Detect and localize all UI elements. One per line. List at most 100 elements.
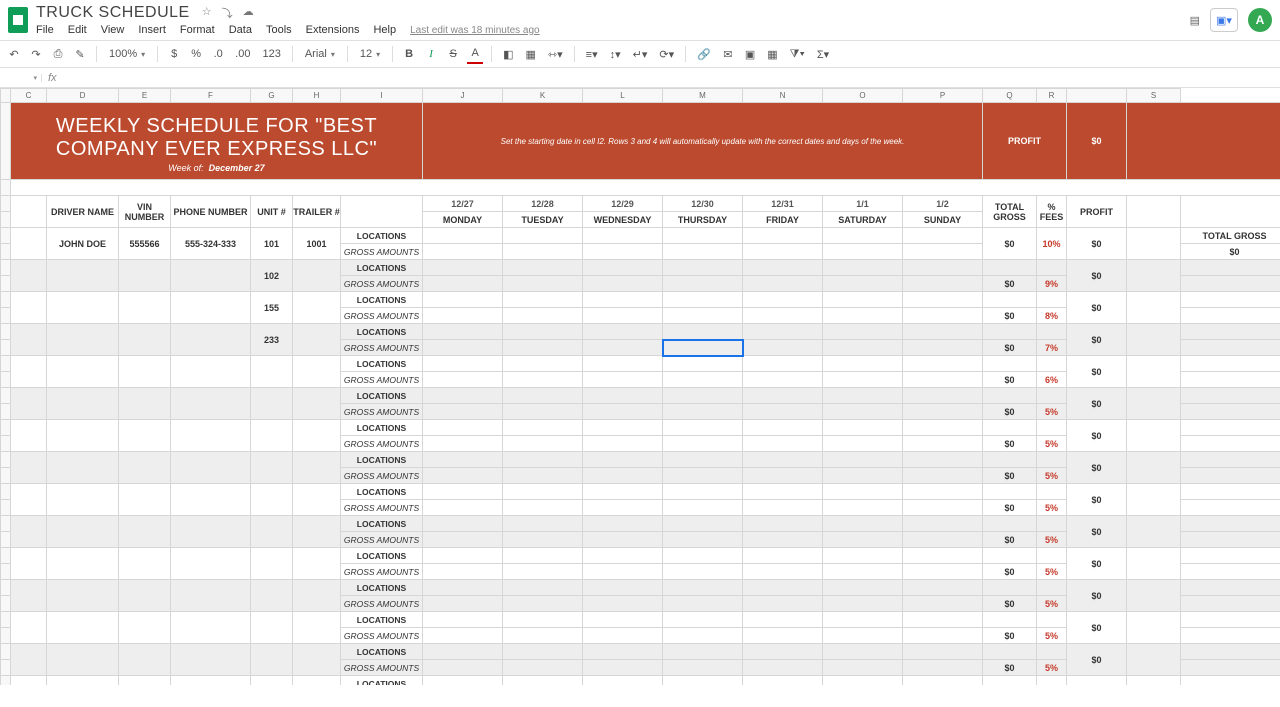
cell-unit[interactable]: 233 <box>251 324 293 356</box>
cell-day[interactable] <box>663 324 743 340</box>
cell-day[interactable] <box>423 580 503 596</box>
cell-day[interactable] <box>423 420 503 436</box>
cell-unit[interactable]: 101 <box>251 228 293 260</box>
cell-day-ga[interactable] <box>743 404 823 420</box>
cell-day-ga[interactable] <box>423 340 503 356</box>
cell-total-gross[interactable]: $0 <box>983 468 1037 484</box>
cell-day-ga[interactable] <box>663 276 743 292</box>
cell-day[interactable] <box>663 388 743 404</box>
cell-trailer[interactable] <box>293 260 341 292</box>
cell-day[interactable] <box>903 452 983 468</box>
cell-day[interactable] <box>503 292 583 308</box>
cell-day[interactable] <box>423 516 503 532</box>
cell-day-ga[interactable] <box>903 564 983 580</box>
menu-edit[interactable]: Edit <box>68 24 87 36</box>
cell-unit[interactable] <box>251 484 293 516</box>
cell-day-ga[interactable] <box>823 276 903 292</box>
cell-day-ga[interactable] <box>583 564 663 580</box>
cell-phone[interactable] <box>171 388 251 420</box>
cell-unit[interactable] <box>251 420 293 452</box>
borders-icon[interactable]: ▦ <box>523 44 539 64</box>
paint-format-icon[interactable]: ✎ <box>72 44 88 64</box>
cell-day[interactable] <box>743 452 823 468</box>
cloud-icon[interactable]: ☁ <box>243 5 254 21</box>
cell-day-ga[interactable] <box>583 340 663 356</box>
cell-phone[interactable] <box>171 676 251 686</box>
print-icon[interactable]: ⎙ <box>50 44 66 64</box>
cell-vin[interactable] <box>119 612 171 644</box>
row-header[interactable] <box>1 196 11 212</box>
menu-format[interactable]: Format <box>180 24 215 36</box>
cell-day[interactable] <box>823 516 903 532</box>
last-edit-link[interactable]: Last edit was 18 minutes ago <box>410 25 540 36</box>
cell-day[interactable] <box>663 612 743 628</box>
cell-day-ga[interactable] <box>903 340 983 356</box>
increase-decimal-icon[interactable]: .00 <box>232 44 253 64</box>
cell-day-ga[interactable] <box>823 628 903 644</box>
cell-trailer[interactable] <box>293 292 341 324</box>
cell-driver[interactable] <box>47 516 119 548</box>
cell-phone[interactable] <box>171 292 251 324</box>
cell-trailer[interactable]: 1001 <box>293 228 341 260</box>
name-box[interactable] <box>0 74 42 82</box>
cell-day-ga[interactable] <box>423 308 503 324</box>
insert-image-icon[interactable]: ▦ <box>764 44 780 64</box>
cell-day[interactable] <box>503 228 583 244</box>
cell-day-ga[interactable] <box>423 564 503 580</box>
col-header[interactable]: F <box>171 89 251 103</box>
row-header[interactable] <box>1 308 11 324</box>
cell-day-ga[interactable] <box>743 308 823 324</box>
cell-day[interactable] <box>663 580 743 596</box>
cell-unit[interactable] <box>251 452 293 484</box>
cell-day-ga[interactable] <box>503 660 583 676</box>
row-header[interactable] <box>1 516 11 532</box>
cell-day[interactable] <box>663 260 743 276</box>
cell-profit[interactable]: $0 <box>1067 324 1127 356</box>
col-header[interactable]: L <box>583 89 663 103</box>
insert-comment-icon[interactable]: ✉ <box>720 44 736 64</box>
cell-total-gross[interactable]: $0 <box>983 228 1037 260</box>
cell-day[interactable] <box>743 324 823 340</box>
cell-day[interactable] <box>423 388 503 404</box>
cell-day[interactable] <box>743 260 823 276</box>
cell-unit[interactable] <box>251 356 293 388</box>
share-button[interactable]: ▣▾ <box>1210 8 1238 32</box>
cell-day-ga[interactable] <box>743 244 823 260</box>
cell-profit[interactable]: $0 <box>1067 612 1127 644</box>
cell-day[interactable] <box>663 420 743 436</box>
cell-day[interactable] <box>663 516 743 532</box>
cell-profit[interactable]: $0 <box>1067 676 1127 686</box>
cell-fee[interactable]: 9% <box>1037 276 1067 292</box>
row-header[interactable] <box>1 103 11 180</box>
cell-day-ga[interactable] <box>503 404 583 420</box>
cell-vin[interactable] <box>119 676 171 686</box>
cell-phone[interactable] <box>171 260 251 292</box>
redo-icon[interactable]: ↷ <box>28 44 44 64</box>
cell-day-ga[interactable] <box>823 340 903 356</box>
cell-total-gross[interactable]: $0 <box>983 596 1037 612</box>
cell-unit[interactable] <box>251 612 293 644</box>
cell-day-ga[interactable] <box>823 564 903 580</box>
cell-day[interactable] <box>583 452 663 468</box>
cell-profit[interactable]: $0 <box>1067 580 1127 612</box>
col-header[interactable]: R <box>1037 89 1067 103</box>
cell-day-ga[interactable] <box>583 532 663 548</box>
cell-day-ga[interactable] <box>743 596 823 612</box>
cell-profit[interactable]: $0 <box>1067 356 1127 388</box>
cell-day-ga[interactable] <box>823 308 903 324</box>
cell-day-ga[interactable] <box>663 372 743 388</box>
cell-day-ga[interactable] <box>503 532 583 548</box>
row-header[interactable] <box>1 564 11 580</box>
cell-day[interactable] <box>823 452 903 468</box>
cell-total-gross[interactable]: $0 <box>983 628 1037 644</box>
font-size-select[interactable]: 12 <box>356 48 384 60</box>
merge-cells-icon[interactable]: ⇿▾ <box>545 44 566 64</box>
cell-day-ga[interactable] <box>583 468 663 484</box>
row-header[interactable] <box>1 228 11 244</box>
cell-day-ga[interactable] <box>663 468 743 484</box>
cell-phone[interactable] <box>171 324 251 356</box>
cell-day[interactable] <box>663 484 743 500</box>
star-icon[interactable]: ☆ <box>202 5 212 21</box>
menu-insert[interactable]: Insert <box>138 24 166 36</box>
cell-day[interactable] <box>823 420 903 436</box>
